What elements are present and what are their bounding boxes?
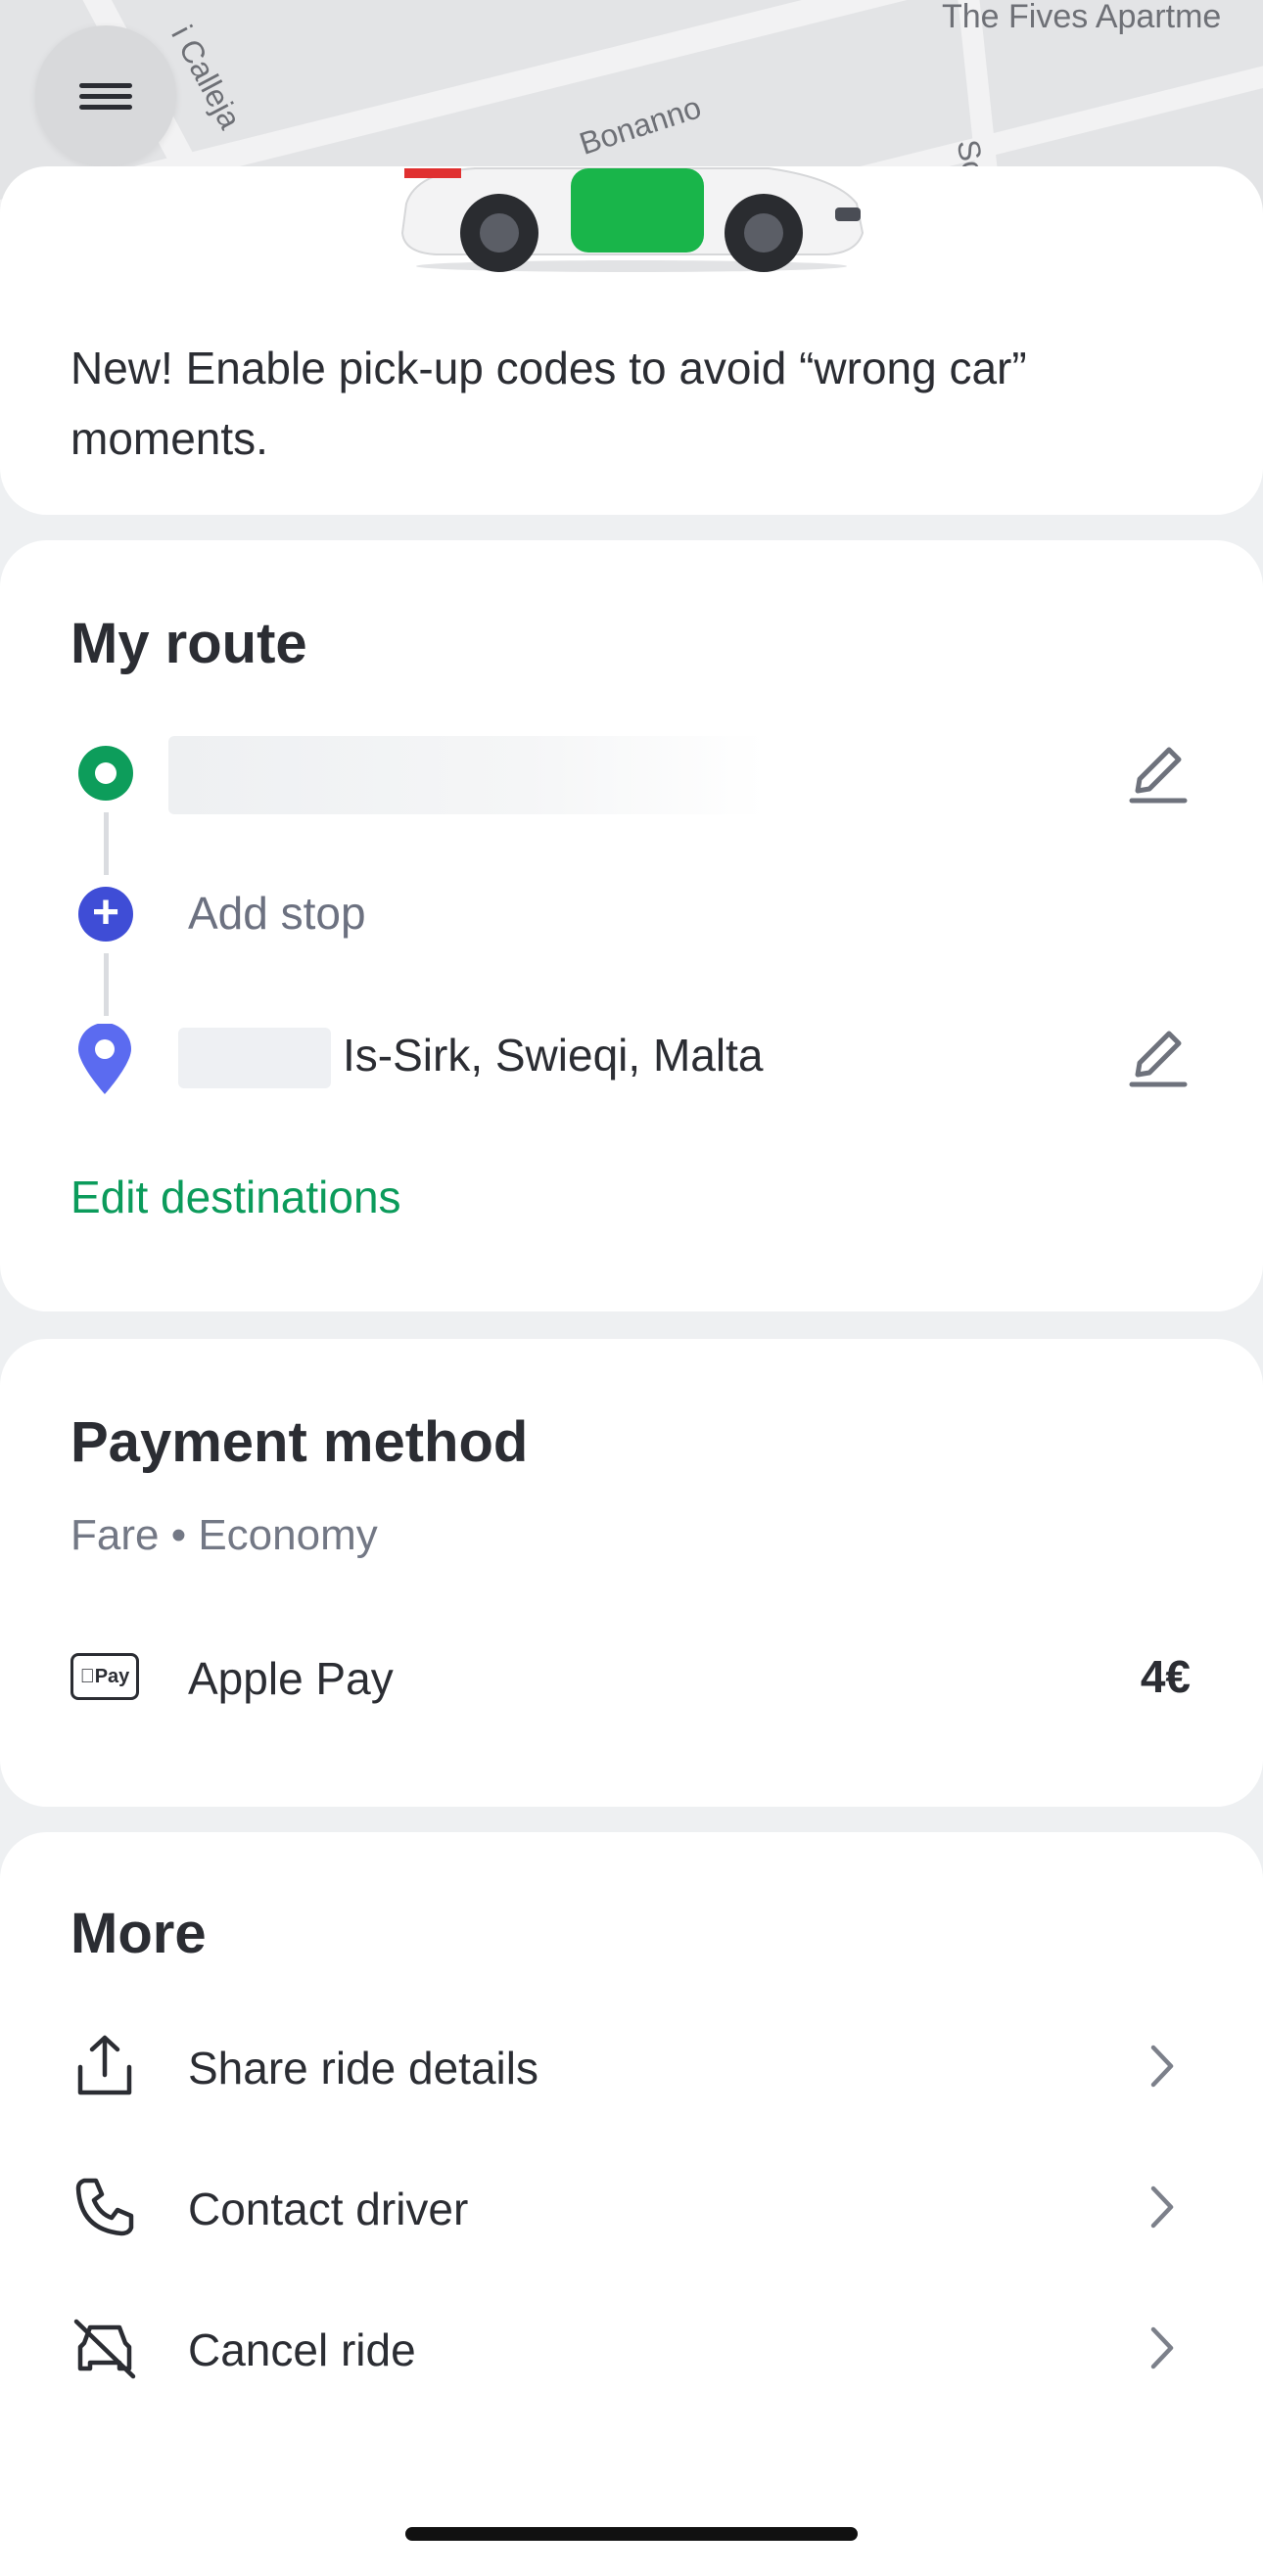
share-ride-details-item[interactable]: Share ride details xyxy=(188,2042,538,2094)
edit-destinations-link[interactable]: Edit destinations xyxy=(70,1171,401,1223)
map-place-label: The Fives Apartme xyxy=(942,0,1222,35)
chevron-right-icon xyxy=(1150,2326,1174,2369)
apple-pay-badge-text: Pay xyxy=(87,1665,130,1687)
fare-price: 4€ xyxy=(1140,1651,1191,1702)
edit-pickup-icon[interactable] xyxy=(1126,734,1189,805)
contact-driver-item[interactable]: Contact driver xyxy=(188,2183,468,2235)
route-title: My route xyxy=(70,612,307,675)
apple-pay-icon: Pay xyxy=(70,1653,139,1700)
add-stop-icon[interactable]: + xyxy=(78,887,133,942)
menu-button[interactable] xyxy=(35,25,176,166)
map-street-label: Bonanno xyxy=(575,89,706,161)
payment-title: Payment method xyxy=(70,1410,529,1474)
more-title: More xyxy=(70,1902,207,1965)
cancel-car-icon xyxy=(73,2319,136,2379)
phone-icon xyxy=(75,2178,134,2236)
destination-address[interactable]: Is-Sirk, Swieqi, Malta xyxy=(343,1029,763,1081)
pickup-address-redacted[interactable] xyxy=(168,736,766,814)
edit-destination-icon[interactable] xyxy=(1126,1018,1189,1088)
hamburger-menu-icon xyxy=(79,77,132,115)
share-icon xyxy=(77,2035,132,2095)
home-indicator[interactable] xyxy=(405,2527,858,2541)
route-connector xyxy=(104,812,109,875)
route-connector xyxy=(104,953,109,1016)
add-stop-button[interactable]: Add stop xyxy=(188,887,366,940)
chevron-right-icon xyxy=(1150,2045,1174,2088)
payment-subtitle: Fare • Economy xyxy=(70,1511,378,1559)
car-illustration xyxy=(400,167,865,272)
map-street-label: i Calleja xyxy=(164,20,249,135)
payment-method-label[interactable]: Apple Pay xyxy=(188,1652,394,1705)
destination-pin-icon xyxy=(78,1024,131,1094)
cancel-ride-item[interactable]: Cancel ride xyxy=(188,2323,416,2376)
chevron-right-icon xyxy=(1150,2185,1174,2229)
destination-address-redacted xyxy=(178,1028,331,1088)
promo-message: New! Enable pick-up codes to avoid “wron… xyxy=(70,343,1027,464)
pickup-point-icon xyxy=(78,746,133,801)
